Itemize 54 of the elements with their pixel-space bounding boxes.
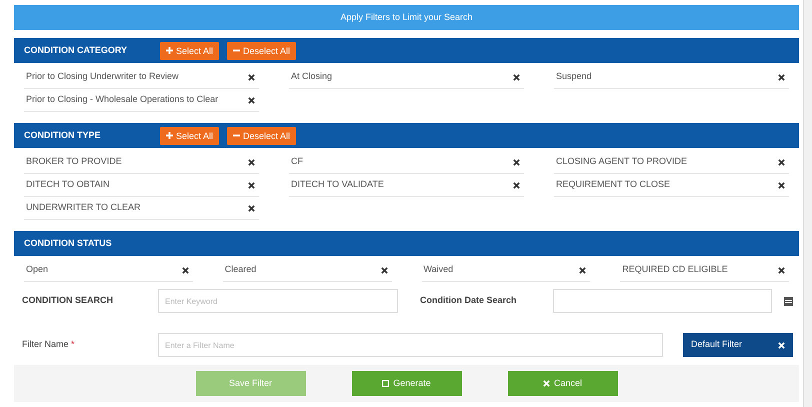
keyword-field[interactable]: Enter Keyword [158, 289, 398, 313]
chip-label: BROKER TO PROVIDE [26, 155, 122, 168]
remove-icon[interactable] [778, 266, 785, 274]
remove-icon[interactable] [778, 182, 785, 188]
minus-icon [233, 132, 240, 139]
close-icon [542, 380, 550, 387]
banner-title: Apply Filters to Limit your Search [14, 5, 799, 30]
remove-icon[interactable] [579, 266, 586, 274]
chip-label: UNDERWRITER TO CLEAR [26, 201, 141, 214]
scrollbar[interactable] [803, 0, 812, 407]
remove-icon[interactable] [248, 96, 255, 104]
calendar-icon[interactable] [784, 296, 793, 306]
date-field[interactable] [553, 289, 772, 313]
filter-name-field[interactable]: Enter a Filter Name [158, 333, 663, 357]
section-title: CONDITION TYPE [24, 128, 102, 142]
chip-label: CF [291, 155, 303, 168]
plus-icon [166, 47, 173, 54]
chip-label: At Closing [291, 70, 332, 84]
remove-icon[interactable] [248, 158, 255, 166]
remove-icon[interactable] [380, 266, 388, 274]
remove-icon[interactable] [778, 158, 785, 166]
select-all-button[interactable]: Select All [160, 42, 220, 60]
filter-tag: Default Filter [683, 333, 793, 357]
remove-icon[interactable] [513, 182, 520, 188]
deselect-all-button[interactable]: Deselect All [227, 126, 296, 144]
remove-icon[interactable] [182, 266, 189, 274]
chip-label: Open [26, 263, 48, 276]
chip-label: Prior to Closing Underwriter to Review [26, 70, 179, 84]
minus-icon [233, 47, 240, 54]
chip-label: REQUIREMENT TO CLOSE [556, 178, 670, 192]
field-label: Condition Date Search [420, 294, 518, 308]
field-label: CONDITION SEARCH [22, 294, 114, 308]
remove-icon[interactable] [248, 74, 255, 80]
chip-label: CLOSING AGENT TO PROVIDE [556, 155, 688, 168]
plus-icon [166, 132, 173, 139]
chip-label: Prior to Closing - Wholesale Operations to Clear [26, 93, 218, 106]
chip-label: Waived [424, 263, 454, 276]
chip-label: DITECH TO OBTAIN [26, 178, 110, 192]
remove-icon[interactable] [513, 158, 520, 166]
action-button[interactable]: Generate [352, 371, 462, 396]
remove-icon[interactable] [778, 74, 785, 80]
remove-icon[interactable] [248, 182, 255, 188]
remove-icon[interactable] [248, 204, 255, 212]
section-title: CONDITION CATEGORY [24, 44, 128, 57]
field-label: Filter Name * [22, 338, 76, 352]
select-all-button[interactable]: Select All [160, 126, 220, 144]
chip-label: REQUIRED CD ELIGIBLE [622, 263, 728, 276]
section-title: CONDITION STATUS [24, 236, 113, 250]
action-button[interactable]: Cancel [508, 371, 618, 396]
chip-label: Suspend [556, 70, 592, 84]
chip-label: DITECH TO VALIDATE [291, 178, 384, 192]
remove-icon[interactable] [513, 74, 520, 80]
chip-label: Cleared [224, 263, 256, 276]
deselect-all-button[interactable]: Deselect All [227, 42, 296, 60]
